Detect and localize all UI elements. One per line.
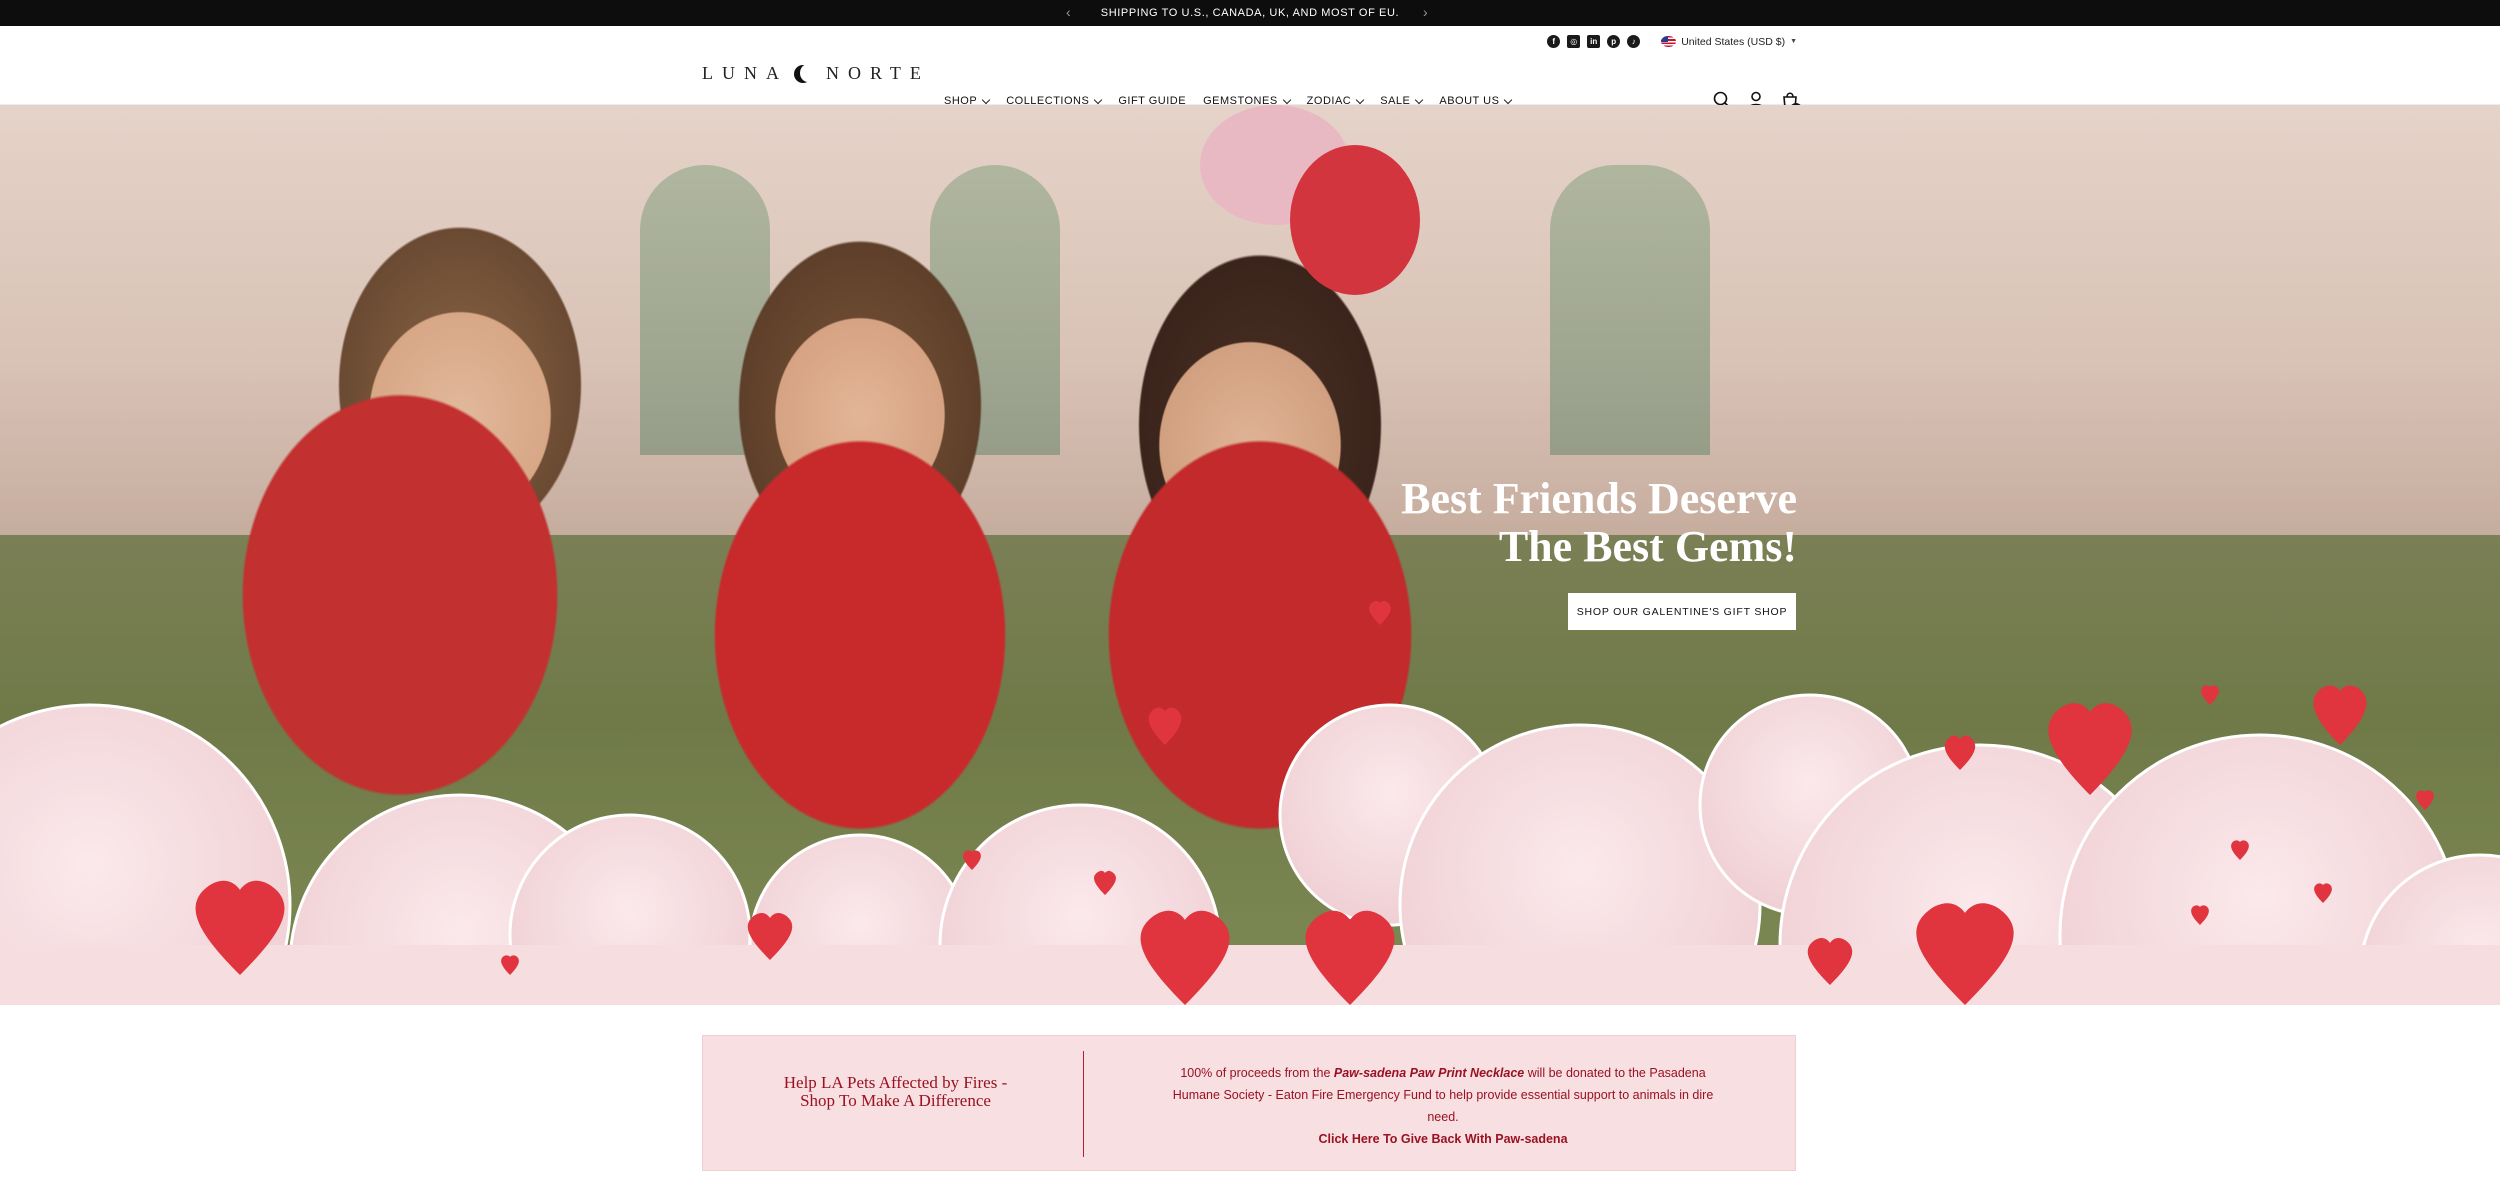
heart-icon (1369, 600, 1391, 625)
hero-banner: Best Friends Deserve The Best Gems! SHOP… (0, 105, 2500, 1005)
country-selector[interactable]: United States (USD $) ▼ (1661, 36, 1797, 48)
logo-text-right: NORTE (826, 63, 930, 83)
heart-icon (2313, 685, 2367, 745)
donation-heading: Help LA Pets Affected by Fires - Shop To… (783, 1073, 1008, 1110)
chevron-down-icon (981, 95, 991, 104)
chevron-right-icon[interactable]: › (1423, 4, 1428, 20)
give-back-link[interactable]: Click Here To Give Back With Paw-sadena (1163, 1128, 1723, 1150)
heart-icon (1807, 937, 1853, 985)
divider (1083, 1051, 1084, 1157)
heart-icon (2201, 685, 2219, 705)
chevron-down-icon (1355, 95, 1365, 104)
heart-icon (2231, 840, 2249, 860)
social-links: f ◎ in p ♪ (1547, 35, 1641, 48)
donation-text-prefix: 100% of proceeds from the (1180, 1066, 1334, 1080)
chevron-left-icon[interactable]: ‹ (1066, 4, 1071, 20)
tiktok-icon[interactable]: ♪ (1627, 35, 1641, 48)
chevron-down-icon (1282, 95, 1291, 104)
announcement-bar: ‹ SHIPPING TO U.S., CANADA, UK, AND MOST… (0, 0, 2500, 26)
product-link[interactable]: Paw-sadena Paw Print Necklace (1334, 1066, 1524, 1080)
shop-galentines-button[interactable]: SHOP OUR GALENTINE'S GIFT SHOP (1568, 593, 1796, 630)
chevron-down-icon (1094, 95, 1103, 104)
announcement-message: SHIPPING TO U.S., CANADA, UK, AND MOST O… (1100, 7, 1400, 19)
utility-bar: f ◎ in p ♪ United States (USD $) ▼ (1547, 35, 1797, 48)
chevron-down-icon: ▼ (1790, 38, 1797, 45)
heart-icon (195, 880, 285, 975)
linkedin-icon[interactable]: in (1587, 35, 1601, 48)
us-flag-icon (1661, 36, 1677, 47)
logo-text-left: LUNA (702, 63, 788, 83)
heart-icon (501, 955, 519, 975)
facebook-icon[interactable]: f (1547, 35, 1561, 48)
donation-text: 100% of proceeds from the Paw-sadena Paw… (1163, 1062, 1723, 1150)
chevron-down-icon (1415, 95, 1424, 104)
hero-title: Best Friends Deserve The Best Gems! (1237, 475, 1797, 571)
crescent-moon-icon (794, 63, 816, 83)
heart-icon (1916, 903, 2014, 1005)
heart-icon (1148, 707, 1182, 745)
heart-icon (1944, 735, 1976, 770)
donation-banner: Help LA Pets Affected by Fires - Shop To… (702, 1035, 1796, 1171)
heart-icon (2048, 703, 2132, 795)
site-header: f ◎ in p ♪ United States (USD $) ▼ LUNA … (0, 26, 2500, 115)
site-logo[interactable]: LUNA NORTE (702, 63, 930, 84)
heart-icon (1094, 870, 1116, 895)
country-label: United States (USD $) (1681, 35, 1786, 48)
heart-icon (747, 912, 793, 960)
heart-icon (2191, 905, 2209, 925)
heart-icon (963, 850, 981, 870)
heart-icon (2416, 790, 2434, 810)
heart-icon (2314, 883, 2332, 903)
pinterest-icon[interactable]: p (1607, 35, 1621, 48)
chevron-down-icon (1504, 95, 1513, 104)
heart-icon (1305, 910, 1395, 1005)
hero-title-line2: The Best Gems! (1498, 522, 1797, 571)
instagram-icon[interactable]: ◎ (1567, 35, 1581, 48)
hero-title-line1: Best Friends Deserve (1401, 474, 1797, 523)
